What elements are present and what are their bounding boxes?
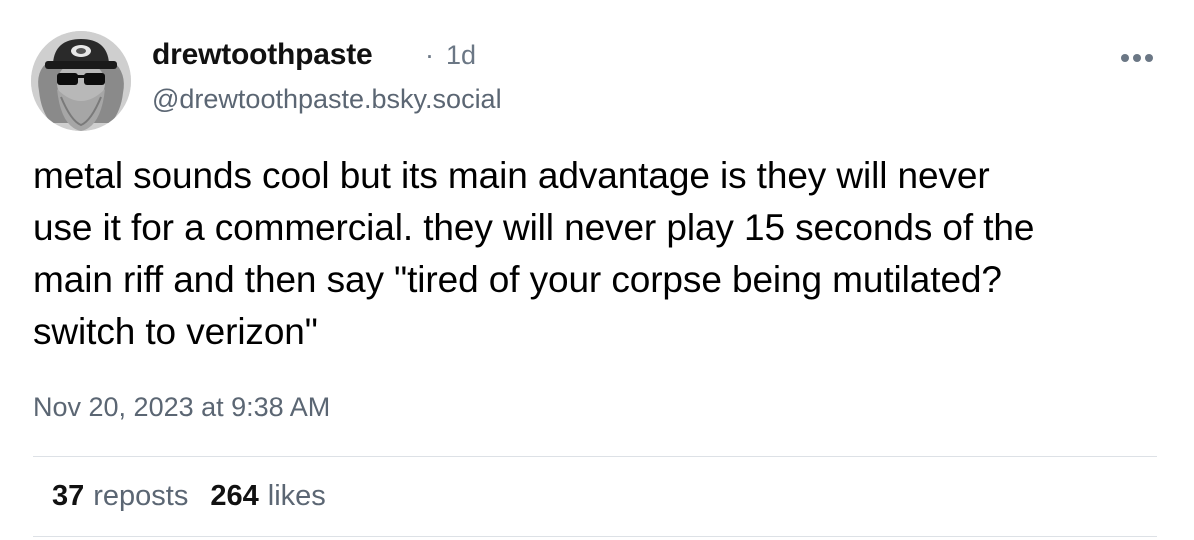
post-text-line: main riff and then say "tired of your co… [33,259,1002,300]
engagement-stats: 37 reposts 264 likes [52,480,326,513]
avatar[interactable] [31,31,131,131]
post-timestamp: Nov 20, 2023 at 9:38 AM [33,392,331,422]
likes-label: likes [267,480,326,512]
reposts-count: 37 [52,480,85,512]
reposts-stat[interactable]: 37 reposts [52,480,188,513]
divider [33,456,1157,457]
reposts-label: reposts [93,480,189,512]
more-horizontal-icon [1133,54,1141,62]
more-horizontal-icon [1121,54,1129,62]
likes-count: 264 [210,480,259,512]
post-age[interactable]: 1d [446,40,476,71]
post-text-line: use it for a commercial. they will never… [33,207,1035,248]
more-horizontal-icon [1145,54,1153,62]
meta-separator: · [425,40,434,70]
post-text-line: switch to verizon" [33,311,318,352]
likes-stat[interactable]: 264 likes [210,480,325,513]
author-display-name[interactable]: drewtoothpaste [152,38,373,72]
post-text: metal sounds cool but its main advantage… [33,150,1153,358]
more-options-button[interactable] [1114,44,1160,72]
post-text-line: metal sounds cool but its main advantage… [33,155,990,196]
profile-photo-avatar [31,31,131,131]
divider [33,536,1157,537]
post-card: drewtoothpaste · 1d @drewtoothpaste.bsky… [0,0,1194,540]
author-handle[interactable]: @drewtoothpaste.bsky.social [152,84,502,115]
